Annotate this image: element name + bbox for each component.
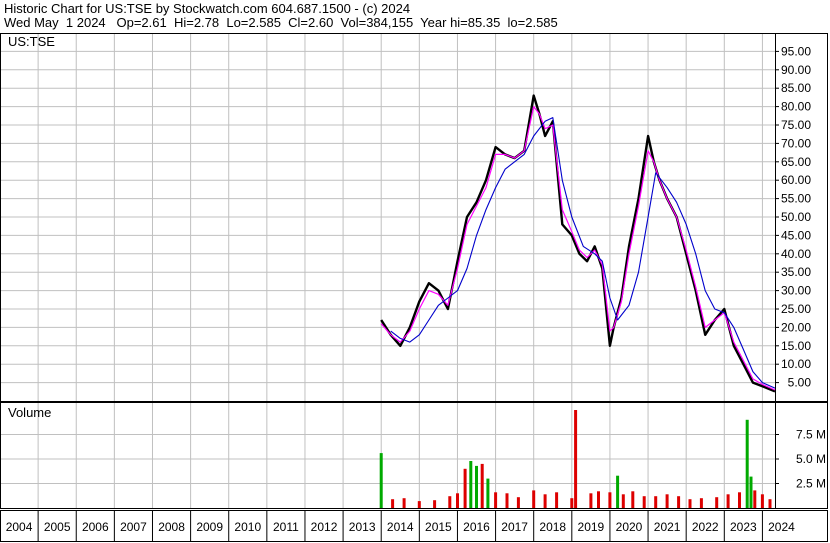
volume-bar [749,476,753,508]
volume-bar [715,497,719,508]
y-tick-label: 85.00 [781,81,811,95]
symbol-label: US:TSE [8,34,55,49]
volume-bar [456,493,459,508]
x-tick-label: 2007 [120,520,147,534]
x-tick-label: 2014 [387,520,414,534]
volume-bar [753,490,757,508]
x-tick-label: 2018 [539,520,566,534]
y-tick-label: 90.00 [781,63,811,77]
x-tick-label: 2022 [692,520,719,534]
volume-bar [665,494,669,508]
x-tick-label: 2020 [616,520,643,534]
x-tick-label: 2009 [196,520,223,534]
volume-bar [391,499,395,508]
y-tick-label: 40.00 [781,247,811,261]
volume-bar [516,497,520,508]
volume-bar [555,492,559,508]
volume-bar [486,478,490,508]
volume-bar [570,498,574,508]
volume-bar [642,496,646,508]
volume-bar [597,491,600,508]
volume-bar [616,475,620,508]
y-tick-label: 10.00 [781,357,811,371]
volume-bar [448,496,452,508]
volume-bar [475,465,478,508]
volume-bar [608,492,612,508]
x-tick-label: 2004 [6,520,33,534]
volume-bar [654,496,658,508]
stock-chart: 2004 2005 2006 2007 2008 2009 2010 2011 2012 2013… [0,33,828,542]
volume-bar [469,461,473,508]
x-tick-label: 2006 [82,520,109,534]
volume-bar [768,499,772,508]
volume-bar [463,468,467,508]
volume-tick-label: 5.0 M [796,452,826,466]
volume-bar [574,410,578,508]
x-tick-label: 2017 [501,520,528,534]
y-tick-label: 50.00 [781,210,811,224]
y-tick-label: 5.00 [788,376,812,390]
x-tick-label: 2005 [44,520,71,534]
x-tick-label: 2011 [273,520,299,534]
volume-bar [621,494,625,508]
y-tick-label: 95.00 [781,44,811,58]
y-tick-label: 25.00 [781,302,811,316]
y-tick-label: 30.00 [781,284,811,298]
volume-bar [688,499,692,508]
volume-bar [402,498,406,508]
x-tick-label: 2013 [349,520,376,534]
x-tick-label: 2010 [234,520,261,534]
volume-label: Volume [8,405,51,420]
volume-bar [543,494,547,508]
y-tick-label: 15.00 [781,339,811,353]
volume-bar [480,463,484,508]
y-tick-label: 75.00 [781,118,811,132]
volume-bar [433,500,437,508]
volume-bar [417,501,421,508]
volume-panel [0,402,828,509]
y-tick-label: 70.00 [781,136,811,150]
volume-bar [494,492,498,508]
y-tick-label: 80.00 [781,100,811,114]
x-tick-label: 2023 [730,520,757,534]
volume-bar [760,494,764,508]
volume-bar [631,491,635,508]
volume-tick-label: 7.5 M [796,428,826,442]
volume-bar [505,493,509,508]
volume-bar [745,419,749,508]
y-tick-label: 35.00 [781,265,811,279]
volume-bar [589,493,593,508]
x-tick-label: 2019 [578,520,605,534]
x-tick-label: 2015 [425,520,452,534]
volume-bar [379,453,383,508]
volume-bar [726,494,730,508]
y-tick-label: 65.00 [781,155,811,169]
x-tick-label: 2021 [654,520,681,534]
x-tick-label: 2024 [768,520,795,534]
volume-bar [677,496,681,508]
y-tick-label: 60.00 [781,173,811,187]
y-tick-label: 55.00 [781,192,811,206]
x-tick-label: 2012 [311,520,338,534]
volume-bar [738,492,741,508]
volume-tick-label: 2.5 M [796,477,826,491]
volume-bar [532,490,536,508]
x-tick-label: 2008 [158,520,185,534]
x-tick-label: 2016 [463,520,490,534]
y-tick-label: 45.00 [781,228,811,242]
y-tick-label: 20.00 [781,320,811,334]
volume-bar [699,498,703,508]
